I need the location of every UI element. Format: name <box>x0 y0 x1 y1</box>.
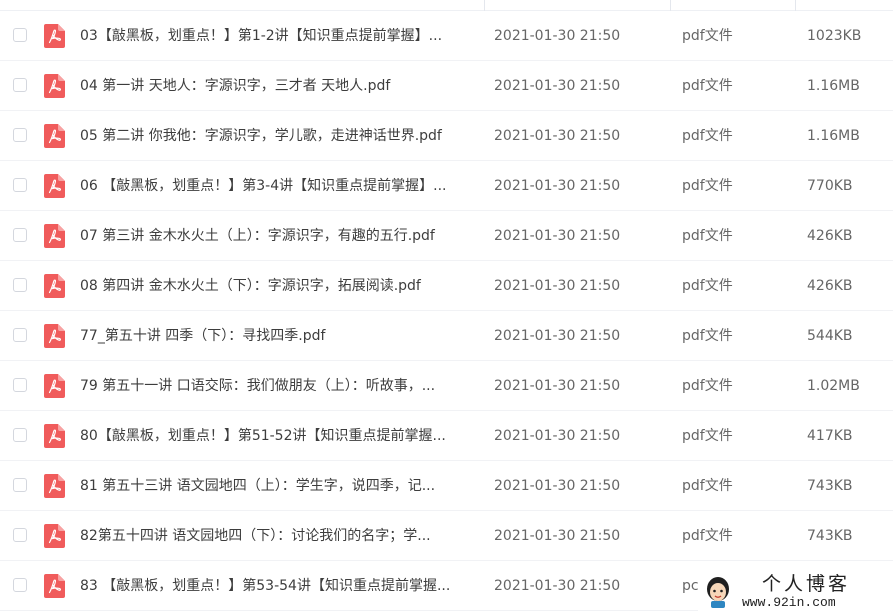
file-type: pdf文件 <box>682 428 733 444</box>
pdf-file-icon <box>44 174 65 198</box>
file-type: pdf文件 <box>682 78 733 94</box>
file-row[interactable]: 77_第五十讲 四季（下）：寻找四季.pdf 2021-01-30 21:50 pd… <box>0 311 893 361</box>
pdf-file-icon <box>44 524 65 548</box>
column-divider[interactable] <box>795 0 796 11</box>
file-modified-date: 2021-01-30 21:50 <box>494 28 621 44</box>
file-size: 1.02MB <box>807 378 860 394</box>
file-size: 770KB <box>807 178 853 194</box>
file-name[interactable]: 83 【敲黑板，划重点！】第53-54讲【知识重点提前掌握... <box>80 576 472 596</box>
file-name[interactable]: 82第五十四讲 语文园地四（下）：讨论我们的名字；学... <box>80 526 472 546</box>
file-size: 1.16MB <box>807 128 860 144</box>
file-modified-date: 2021-01-30 21:50 <box>494 428 621 444</box>
file-row[interactable]: 03【敲黑板，划重点！】第1-2讲【知识重点提前掌握】... 2021-01-30… <box>0 11 893 61</box>
file-type: pdf文件 <box>682 28 733 44</box>
file-row[interactable]: 82第五十四讲 语文园地四（下）：讨论我们的名字；学... 2021-01-30 … <box>0 511 893 561</box>
cartoon-avatar-icon <box>707 577 729 608</box>
file-size: 426KB <box>807 278 853 294</box>
file-type: pdf文件 <box>682 228 733 244</box>
file-row[interactable]: 08 第四讲 金木水火土（下）：字源识字，拓展阅读.pdf 2021-01-30 … <box>0 261 893 311</box>
row-checkbox[interactable] <box>13 328 27 342</box>
file-modified-date: 2021-01-30 21:50 <box>494 278 621 294</box>
file-size: 1023KB <box>807 28 862 44</box>
file-type: pdf文件 <box>682 278 733 294</box>
file-row[interactable]: 81 第五十三讲 语文园地四（上）：学生字，说四季，记... 2021-01-30… <box>0 461 893 511</box>
file-modified-date: 2021-01-30 21:50 <box>494 478 621 494</box>
file-size: 417KB <box>807 428 853 444</box>
file-size: 743KB <box>807 528 853 544</box>
file-modified-date: 2021-01-30 21:50 <box>494 228 621 244</box>
file-size: 743KB <box>807 478 853 494</box>
pdf-file-icon <box>44 124 65 148</box>
file-row[interactable]: 07 第三讲 金木水火土（上）：字源识字，有趣的五行.pdf 2021-01-30… <box>0 211 893 261</box>
file-size: 426KB <box>807 228 853 244</box>
file-row[interactable]: 80【敲黑板，划重点！】第51-52讲【知识重点提前掌握... 2021-01-3… <box>0 411 893 461</box>
row-checkbox[interactable] <box>13 228 27 242</box>
pdf-file-icon <box>44 24 65 48</box>
file-name[interactable]: 08 第四讲 金木水火土（下）：字源识字，拓展阅读.pdf <box>80 276 472 296</box>
file-name[interactable]: 79 第五十一讲 口语交际：我们做朋友（上）：听故事，... <box>80 376 472 396</box>
column-divider[interactable] <box>484 0 485 11</box>
file-name[interactable]: 81 第五十三讲 语文园地四（上）：学生字，说四季，记... <box>80 476 472 496</box>
row-checkbox[interactable] <box>13 378 27 392</box>
pdf-file-icon <box>44 324 65 348</box>
file-modified-date: 2021-01-30 21:50 <box>494 578 621 594</box>
file-name[interactable]: 04 第一讲 天地人：字源识字，三才者 天地人.pdf <box>80 76 472 96</box>
pdf-file-icon <box>44 274 65 298</box>
pdf-file-icon <box>44 224 65 248</box>
row-checkbox[interactable] <box>13 178 27 192</box>
row-checkbox[interactable] <box>13 28 27 42</box>
watermark-url: www.92in.com <box>742 595 836 610</box>
file-modified-date: 2021-01-30 21:50 <box>494 128 621 144</box>
file-name[interactable]: 07 第三讲 金木水火土（上）：字源识字，有趣的五行.pdf <box>80 226 472 246</box>
file-name[interactable]: 06 【敲黑板，划重点！】第3-4讲【知识重点提前掌握】... <box>80 176 472 196</box>
file-type: pdf文件 <box>682 528 733 544</box>
pdf-file-icon <box>44 374 65 398</box>
row-checkbox[interactable] <box>13 578 27 592</box>
row-checkbox[interactable] <box>13 528 27 542</box>
row-checkbox[interactable] <box>13 478 27 492</box>
file-name[interactable]: 03【敲黑板，划重点！】第1-2讲【知识重点提前掌握】... <box>80 26 472 46</box>
pdf-file-icon <box>44 574 65 598</box>
file-row[interactable]: 79 第五十一讲 口语交际：我们做朋友（上）：听故事，... 2021-01-30… <box>0 361 893 411</box>
pdf-file-icon <box>44 74 65 98</box>
blog-watermark: 个人博客 www.92in.com <box>698 568 893 615</box>
row-checkbox[interactable] <box>13 278 27 292</box>
file-type: pdf文件 <box>682 478 733 494</box>
file-row[interactable]: 05 第二讲 你我他：字源识字，学儿歌，走进神话世界.pdf 2021-01-30… <box>0 111 893 161</box>
file-type: pc <box>682 578 699 594</box>
file-modified-date: 2021-01-30 21:50 <box>494 528 621 544</box>
file-size: 544KB <box>807 328 853 344</box>
row-checkbox[interactable] <box>13 78 27 92</box>
file-modified-date: 2021-01-30 21:50 <box>494 178 621 194</box>
file-type: pdf文件 <box>682 328 733 344</box>
file-modified-date: 2021-01-30 21:50 <box>494 78 621 94</box>
column-divider[interactable] <box>670 0 671 11</box>
row-checkbox[interactable] <box>13 128 27 142</box>
file-name[interactable]: 05 第二讲 你我他：字源识字，学儿歌，走进神话世界.pdf <box>80 126 472 146</box>
file-row[interactable]: 06 【敲黑板，划重点！】第3-4讲【知识重点提前掌握】... 2021-01-3… <box>0 161 893 211</box>
watermark-title: 个人博客 <box>762 573 851 595</box>
file-row[interactable]: 04 第一讲 天地人：字源识字，三才者 天地人.pdf 2021-01-30 21… <box>0 61 893 111</box>
file-name[interactable]: 77_第五十讲 四季（下）：寻找四季.pdf <box>80 326 472 346</box>
file-list: 03【敲黑板，划重点！】第1-2讲【知识重点提前掌握】... 2021-01-30… <box>0 0 893 615</box>
row-checkbox[interactable] <box>13 428 27 442</box>
file-type: pdf文件 <box>682 178 733 194</box>
pdf-file-icon <box>44 474 65 498</box>
file-size: 1.16MB <box>807 78 860 94</box>
pdf-file-icon <box>44 424 65 448</box>
file-modified-date: 2021-01-30 21:50 <box>494 378 621 394</box>
file-name[interactable]: 80【敲黑板，划重点！】第51-52讲【知识重点提前掌握... <box>80 426 472 446</box>
file-modified-date: 2021-01-30 21:50 <box>494 328 621 344</box>
column-header-strip <box>0 0 893 11</box>
file-type: pdf文件 <box>682 128 733 144</box>
file-type: pdf文件 <box>682 378 733 394</box>
